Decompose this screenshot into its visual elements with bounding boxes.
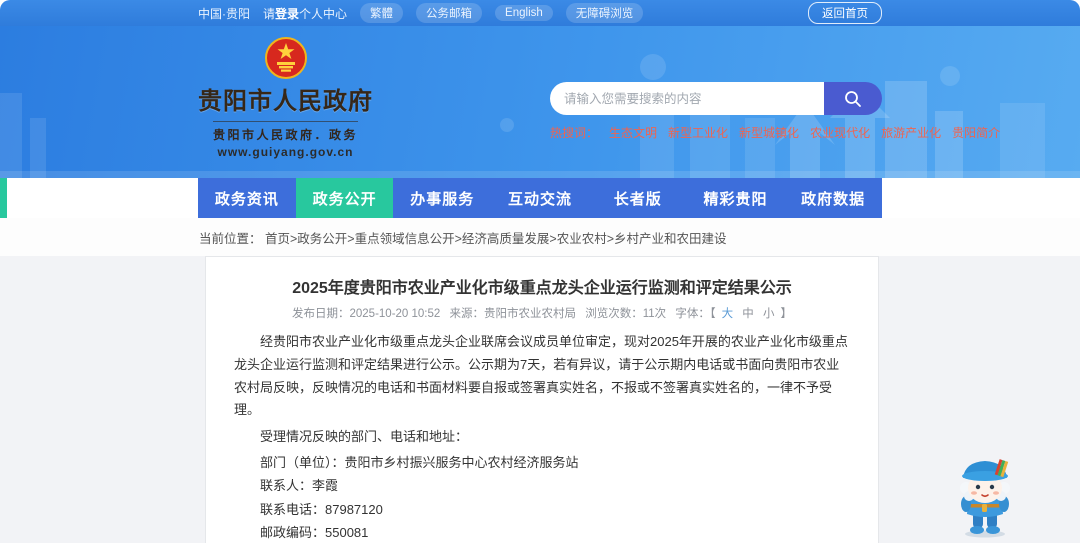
search-icon — [845, 90, 861, 107]
nav-item-interaction[interactable]: 互动交流 — [491, 178, 589, 218]
main-nav: 政务资讯 政务公开 办事服务 互动交流 长者版 精彩贵阳 政府数据 — [0, 178, 1080, 218]
breadcrumb-label: 当前位置： — [199, 232, 262, 246]
breadcrumb-path[interactable]: 首页>政务公开>重点领域信息公开>经济高质量发展>农业农村>乡村产业和农田建设 — [265, 232, 727, 246]
article-paragraph: 经贵阳市农业产业化市级重点龙头企业联席会议成员单位审定，现对2025年开展的农业… — [234, 334, 848, 418]
hot-word-agriculture[interactable]: 农业现代化 — [810, 124, 870, 141]
search-button[interactable] — [824, 82, 882, 115]
font-size-bracket: 】 — [780, 308, 793, 320]
article-source: 来源：贵阳市农业农村局 — [449, 308, 577, 320]
top-utility-bar: 中国·贵阳 请登录个人中心 繁體 公务邮箱 English 无障碍浏览 返回首页 — [0, 0, 1080, 26]
nav-item-news[interactable]: 政务资讯 — [198, 178, 296, 218]
traditional-chinese-button[interactable]: 繁體 — [360, 3, 404, 23]
search-input[interactable] — [550, 82, 824, 115]
font-size-label: 字体：【 — [675, 308, 716, 320]
hot-word-industry[interactable]: 新型工业化 — [668, 124, 728, 141]
breadcrumb: 当前位置： 首页>政务公开>重点领域信息公开>经济高质量发展>农业农村>乡村产业… — [0, 218, 1080, 256]
hot-word-intro[interactable]: 贵阳简介 — [952, 124, 1000, 141]
back-to-home-button[interactable]: 返回首页 — [808, 2, 882, 24]
content-area: 2025年度贵阳市农业产业化市级重点龙头企业运行监测和评定结果公示 发布日期：2… — [0, 256, 1080, 543]
national-emblem-icon — [264, 37, 307, 79]
site-url: www.guiyang.gov.cn — [217, 145, 354, 159]
nav-item-disclosure[interactable]: 政务公开 — [295, 178, 394, 218]
site-subtitle: 贵阳市人民政府．政务 — [212, 121, 358, 143]
font-size-small-button[interactable]: 小 — [763, 308, 775, 320]
publish-date: 发布日期：2025-10-20 10:52 — [291, 308, 441, 320]
hot-search-row: 热搜词： 生态文明 新型工业化 新型城镇化 农业现代化 旅游产业化 贵阳简介 — [550, 124, 1000, 141]
site-logo[interactable]: 贵阳市人民政府 贵阳市人民政府．政务 www.guiyang.gov.cn — [198, 37, 373, 159]
edge-decoration — [0, 178, 7, 218]
region-link[interactable]: 中国·贵阳 — [198, 5, 250, 22]
mascot-assistant[interactable] — [953, 452, 1017, 538]
nav-item-gov-data[interactable]: 政府数据 — [784, 178, 883, 218]
search-area: 热搜词： 生态文明 新型工业化 新型城镇化 农业现代化 旅游产业化 贵阳简介 — [550, 37, 1000, 159]
hot-word-urbanization[interactable]: 新型城镇化 — [739, 124, 799, 141]
browser-page: 中国·贵阳 请登录个人中心 繁體 公务邮箱 English 无障碍浏览 返回首页 — [0, 0, 1080, 543]
contact-person: 联系人：李霞 — [260, 478, 339, 494]
nav-item-wonderful-guiyang[interactable]: 精彩贵阳 — [686, 178, 785, 218]
site-title: 贵阳市人民政府 — [198, 88, 373, 115]
article-title: 2025年度贵阳市农业产业化市级重点龙头企业运行监测和评定结果公示 — [292, 280, 792, 297]
english-button[interactable]: English — [495, 5, 553, 21]
view-count: 浏览次数：11次 — [585, 308, 667, 320]
font-size-large-button[interactable]: 大 — [722, 308, 734, 320]
contact-postcode: 邮政编码：550081 — [260, 525, 369, 541]
contact-department: 部门（单位）：贵阳市乡村振兴服务中心农村经济服务站 — [260, 454, 579, 470]
nav-item-services[interactable]: 办事服务 — [393, 178, 492, 218]
article-paragraph: 受理情况反映的部门、电话和地址： — [260, 429, 469, 444]
font-size-medium-button[interactable]: 中 — [742, 308, 754, 320]
nav-item-senior[interactable]: 长者版 — [588, 178, 687, 218]
login-link[interactable]: 请登录个人中心 — [263, 5, 347, 22]
official-mail-button[interactable]: 公务邮箱 — [416, 3, 483, 23]
article-card: 2025年度贵阳市农业产业化市级重点龙头企业运行监测和评定结果公示 发布日期：2… — [205, 256, 879, 543]
hot-search-label: 热搜词： — [550, 126, 599, 140]
article-meta: 发布日期：2025-10-20 10:52 来源：贵阳市农业农村局 浏览次数：1… — [234, 305, 850, 321]
contact-phone: 联系电话：87987120 — [260, 501, 383, 517]
hot-word-tourism[interactable]: 旅游产业化 — [881, 124, 941, 141]
hot-word-ecology[interactable]: 生态文明 — [609, 124, 657, 141]
site-banner: 贵阳市人民政府 贵阳市人民政府．政务 www.guiyang.gov.cn 热搜… — [0, 26, 1080, 178]
accessibility-button[interactable]: 无障碍浏览 — [565, 3, 644, 23]
